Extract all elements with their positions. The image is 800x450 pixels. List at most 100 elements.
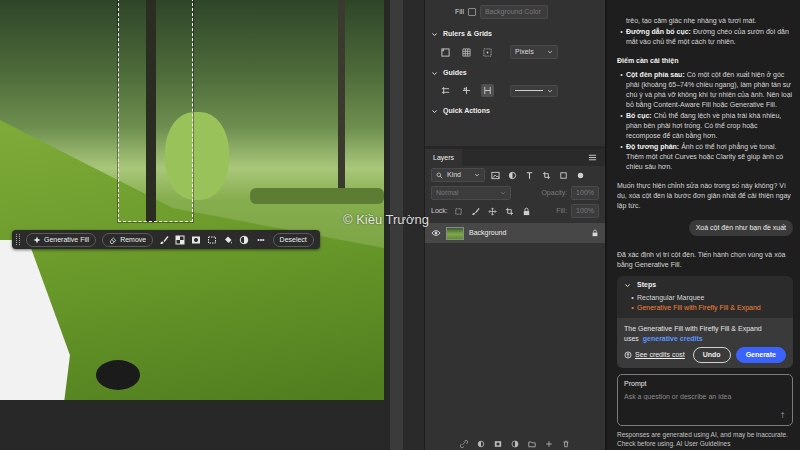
side-panels: FillBackground ColorRulers & GridsPixels… <box>425 0 605 450</box>
opacity-field[interactable]: 100% <box>571 186 599 200</box>
bullet-marker: • <box>628 303 637 313</box>
caret-icon <box>547 88 553 94</box>
lock-artboard-button[interactable] <box>503 205 516 218</box>
undo-button[interactable]: Undo <box>693 347 731 363</box>
units-dropdown[interactable]: Pixels <box>510 45 558 59</box>
see-credits-cost-link[interactable]: See credits cost <box>624 350 685 360</box>
more-options-button[interactable]: ••• <box>255 235 266 245</box>
selection-marquee[interactable] <box>118 0 193 222</box>
bullet-item: •Bố cục:Chủ thể đang lệch về phía trái k… <box>617 111 793 141</box>
section-header[interactable]: Quick Actions <box>425 99 605 120</box>
adjustment-filter-icon[interactable] <box>508 171 517 180</box>
lock-artboard-icon[interactable] <box>505 207 514 216</box>
grid-button[interactable] <box>460 46 473 59</box>
layers-tab[interactable]: Layers <box>425 149 462 166</box>
fill-color-dropdown[interactable]: Background Color <box>480 5 548 19</box>
adjustment-icon[interactable] <box>239 235 249 245</box>
link-layers-icon[interactable] <box>460 440 468 448</box>
blend-mode-dropdown[interactable]: Normal <box>431 186 511 200</box>
chevron-icon[interactable] <box>624 282 631 289</box>
fx-icon[interactable] <box>477 440 485 448</box>
lock-position-icon[interactable] <box>488 207 497 216</box>
smart-object-filter-icon[interactable] <box>559 171 568 180</box>
rulers-button[interactable] <box>439 46 452 59</box>
lock-pixels-icon[interactable] <box>471 207 480 216</box>
bullet-term: Đường dẫn bố cục: <box>626 28 691 35</box>
filter-toggle-button[interactable] <box>574 169 587 182</box>
bullet-marker: • <box>617 27 626 47</box>
new-guide-button[interactable] <box>460 84 473 97</box>
photo[interactable] <box>0 0 384 400</box>
watermark: © Kiều Trường <box>343 212 429 228</box>
lock-all-button[interactable] <box>520 205 533 218</box>
generative-fill-button[interactable]: Generative Fill <box>26 233 96 247</box>
generative-credits-link[interactable]: generative credits <box>643 335 703 342</box>
section-heading: Điểm cần cải thiện <box>617 56 793 66</box>
new-guide-icon[interactable] <box>462 86 471 95</box>
lock-position-button[interactable] <box>486 205 499 218</box>
transform-selection-icon[interactable] <box>207 235 217 245</box>
guide-layout-button[interactable] <box>439 84 452 97</box>
delete-layer-icon[interactable] <box>562 440 570 448</box>
section-header[interactable]: Guides <box>425 61 605 82</box>
fill-checkbox[interactable] <box>468 8 476 16</box>
dropdown-value: Normal <box>436 188 459 198</box>
steps-box: Steps•Rectangular Marquee•Generative Fil… <box>617 276 793 318</box>
chevron-icon[interactable] <box>431 70 438 77</box>
rulers-icon[interactable] <box>441 48 450 57</box>
shape-filter-icon[interactable] <box>542 171 551 180</box>
panel-menu-icon[interactable] <box>580 149 605 166</box>
chevron-icon[interactable] <box>431 31 438 38</box>
chevron-icon[interactable] <box>431 108 438 115</box>
smart-object-filter-button[interactable] <box>557 169 570 182</box>
guide-style-dropdown[interactable] <box>510 85 558 97</box>
lock-transparency-button[interactable] <box>452 205 465 218</box>
lock-all-icon[interactable] <box>522 207 531 216</box>
pixel-grid-icon[interactable] <box>483 48 492 57</box>
lock-transparency-icon[interactable] <box>454 207 463 216</box>
new-adjustment-icon[interactable] <box>511 440 519 448</box>
document-canvas[interactable]: Generative Fill Remove ••• Deselect <box>0 0 390 450</box>
generate-button[interactable]: Generate <box>736 347 786 363</box>
steps-header[interactable]: Steps <box>624 280 786 290</box>
send-button[interactable]: ↑ <box>779 411 786 421</box>
brush-icon[interactable] <box>159 235 169 245</box>
section-header[interactable]: Rulers & Grids <box>425 22 605 43</box>
section-title: Rulers & Grids <box>443 29 492 39</box>
deselect-button[interactable]: Deselect <box>273 233 314 247</box>
remove-button[interactable]: Remove <box>102 233 153 247</box>
invert-selection-icon[interactable] <box>175 235 185 245</box>
type-filter-icon[interactable] <box>525 171 534 180</box>
dropdown-value: Kind <box>447 170 461 180</box>
pixel-grid-button[interactable] <box>481 46 494 59</box>
guide-layout-icon[interactable] <box>441 86 450 95</box>
pixel-filter-icon[interactable] <box>491 171 500 180</box>
layer-row[interactable]: Background <box>425 223 605 243</box>
bullet-item: •Độ tương phản:Ảnh có thể hơi phẳng về t… <box>617 142 793 172</box>
sparkle-icon <box>33 236 41 244</box>
add-mask-icon[interactable] <box>494 440 502 448</box>
lock-guides-icon[interactable] <box>483 86 492 95</box>
lock-icon[interactable] <box>591 229 599 237</box>
filter-toggle-icon[interactable] <box>576 171 585 180</box>
prompt-input[interactable] <box>624 392 786 402</box>
mask-icon[interactable] <box>191 235 201 245</box>
fill-icon[interactable] <box>223 235 233 245</box>
type-filter-button[interactable] <box>523 169 536 182</box>
step-label: Generative Fill with Firefly Fill & Expa… <box>637 303 761 313</box>
fill-field[interactable]: 100% <box>571 204 599 218</box>
pixel-filter-button[interactable] <box>489 169 502 182</box>
grid-icon[interactable] <box>462 48 471 57</box>
drag-handle-icon[interactable] <box>16 234 20 245</box>
lock-pixels-button[interactable] <box>469 205 482 218</box>
filter-kind-dropdown[interactable]: Kind <box>431 168 485 182</box>
new-group-icon[interactable] <box>528 440 536 448</box>
eye-icon[interactable] <box>431 228 441 238</box>
contextual-task-bar: Generative Fill Remove ••• Deselect <box>12 230 320 249</box>
assistant-message: Muốn thực hiện chỉnh sửa nào trong số nà… <box>617 181 793 211</box>
shape-filter-button[interactable] <box>540 169 553 182</box>
adjustment-filter-button[interactable] <box>506 169 519 182</box>
field-value: 100% <box>576 188 594 198</box>
lock-guides-button[interactable] <box>481 84 494 97</box>
new-layer-icon[interactable] <box>545 440 553 448</box>
